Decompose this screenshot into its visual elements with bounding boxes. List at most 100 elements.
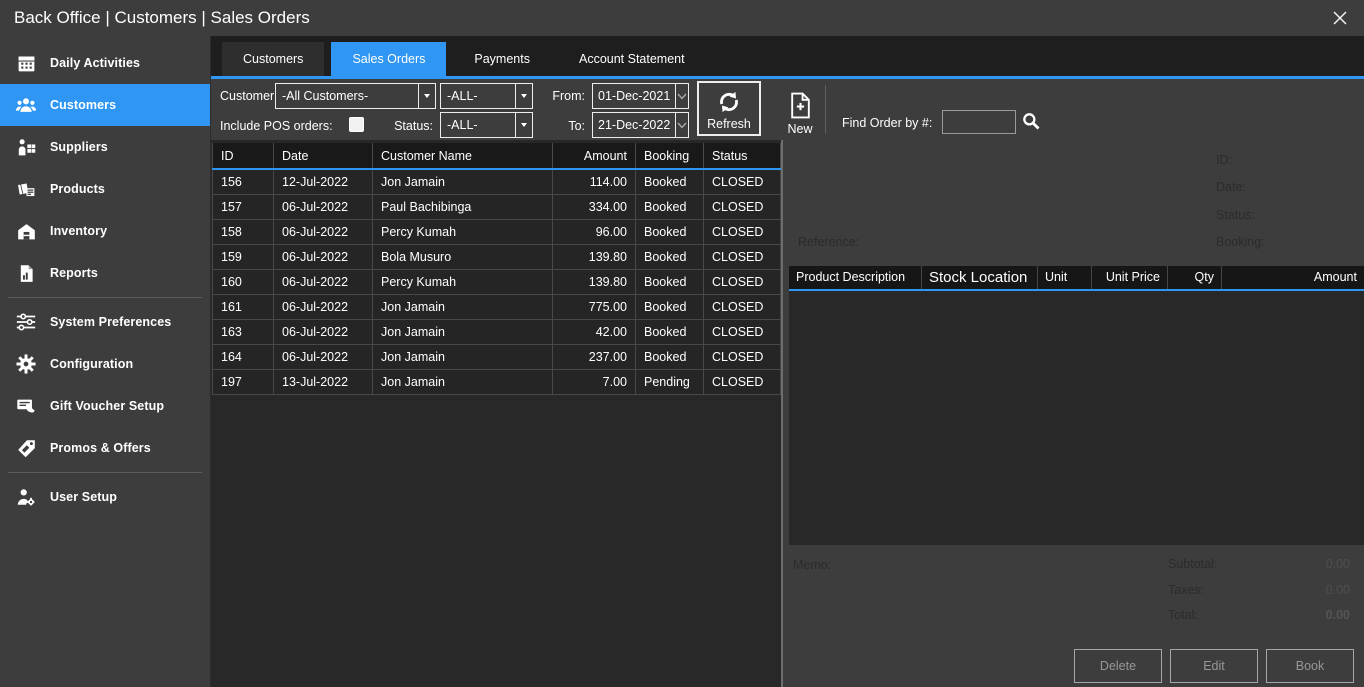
sidebar-item-daily-activities[interactable]: Daily Activities — [0, 42, 210, 84]
sidebar-item-promos-offers[interactable]: Promos & Offers — [0, 427, 210, 469]
detail-reference-label: Reference: — [798, 235, 859, 249]
tab-customers[interactable]: Customers — [222, 42, 324, 76]
cell-id: 156 — [213, 169, 274, 195]
cell-status: CLOSED — [704, 345, 781, 370]
find-order-input[interactable] — [942, 110, 1016, 134]
to-date-value: 21-Dec-2022 — [593, 118, 675, 132]
sidebar-item-label: Gift Voucher Setup — [50, 399, 164, 413]
customer-sub-dropdown[interactable]: -ALL- — [440, 83, 533, 109]
column-header-customer-name[interactable]: Customer Name — [373, 143, 553, 169]
cell-customer-name: Percy Kumah — [373, 220, 553, 245]
sidebar-item-reports[interactable]: Reports — [0, 252, 210, 294]
tab-account-statement[interactable]: Account Statement — [558, 42, 706, 76]
table-row[interactable]: 19713-Jul-2022Jon Jamain7.00PendingCLOSE… — [213, 370, 781, 395]
cell-status: CLOSED — [704, 195, 781, 220]
line-column-unit[interactable]: Unit — [1038, 266, 1092, 289]
delete-button[interactable]: Delete — [1074, 649, 1162, 683]
cell-id: 161 — [213, 295, 274, 320]
cell-booking: Booked — [636, 195, 704, 220]
table-row[interactable]: 15612-Jul-2022Jon Jamain114.00BookedCLOS… — [213, 169, 781, 195]
new-label: New — [787, 122, 812, 136]
cell-status: CLOSED — [704, 245, 781, 270]
include-pos-checkbox[interactable] — [349, 117, 364, 132]
filter-divider — [825, 85, 826, 134]
sidebar-item-configuration[interactable]: Configuration — [0, 343, 210, 385]
cell-status: CLOSED — [704, 270, 781, 295]
cell-date: 12-Jul-2022 — [274, 169, 373, 195]
table-row[interactable]: 16306-Jul-2022Jon Jamain42.00BookedCLOSE… — [213, 320, 781, 345]
book-button[interactable]: Book — [1266, 649, 1354, 683]
line-column-amount[interactable]: Amount — [1222, 266, 1364, 289]
sidebar-item-user-setup[interactable]: User Setup — [0, 476, 210, 518]
sidebar: Daily Activities Customers Suppliers — [0, 36, 211, 687]
to-label: To: — [521, 116, 585, 136]
column-header-booking[interactable]: Booking — [636, 143, 704, 169]
sidebar-item-inventory[interactable]: Inventory — [0, 210, 210, 252]
cell-customer-name: Paul Bachibinga — [373, 195, 553, 220]
cell-amount: 96.00 — [553, 220, 636, 245]
refresh-button[interactable]: Refresh — [697, 81, 761, 136]
order-lines-header: Product Description Stock Location Unit … — [789, 266, 1364, 291]
subtotal-label: Subtotal: — [1168, 557, 1217, 571]
column-header-id[interactable]: ID — [213, 143, 274, 169]
order-detail-header: ID: Date: Status: Booking: Reference: — [783, 140, 1364, 266]
content-area: ID Date Customer Name Amount Booking Sta… — [211, 140, 1364, 687]
to-date-field[interactable]: 21-Dec-2022 — [592, 112, 689, 138]
cell-id: 157 — [213, 195, 274, 220]
from-label: From: — [521, 86, 585, 106]
app-window: Back Office | Customers | Sales Orders D… — [0, 0, 1364, 687]
column-header-status[interactable]: Status — [704, 143, 781, 169]
table-row[interactable]: 15906-Jul-2022Bola Musuro139.80BookedCLO… — [213, 245, 781, 270]
table-row[interactable]: 16006-Jul-2022Percy Kumah139.80BookedCLO… — [213, 270, 781, 295]
sidebar-item-products[interactable]: Products — [0, 168, 210, 210]
cell-id: 159 — [213, 245, 274, 270]
sidebar-item-label: Inventory — [50, 224, 107, 238]
sidebar-divider — [8, 472, 202, 473]
order-lines-area — [789, 291, 1364, 545]
inventory-icon — [15, 220, 37, 242]
new-button[interactable]: New — [776, 82, 824, 139]
cell-booking: Booked — [636, 220, 704, 245]
sidebar-item-customers[interactable]: Customers — [0, 84, 210, 126]
table-row[interactable]: 15806-Jul-2022Percy Kumah96.00BookedCLOS… — [213, 220, 781, 245]
line-column-qty[interactable]: Qty — [1168, 266, 1222, 289]
cell-customer-name: Jon Jamain — [373, 320, 553, 345]
cell-booking: Booked — [636, 169, 704, 195]
cell-booking: Booked — [636, 245, 704, 270]
search-icon[interactable] — [1021, 111, 1041, 131]
sidebar-item-label: Promos & Offers — [50, 441, 151, 455]
sidebar-item-gift-voucher-setup[interactable]: Gift Voucher Setup — [0, 385, 210, 427]
sidebar-item-system-preferences[interactable]: System Preferences — [0, 301, 210, 343]
orders-table: ID Date Customer Name Amount Booking Sta… — [212, 143, 781, 395]
edit-button[interactable]: Edit — [1170, 649, 1258, 683]
line-column-stock-location[interactable]: Stock Location — [922, 266, 1038, 289]
cell-status: CLOSED — [704, 320, 781, 345]
reports-icon — [15, 262, 37, 284]
tab-sales-orders[interactable]: Sales Orders — [331, 42, 446, 76]
cell-status: CLOSED — [704, 370, 781, 395]
cell-amount: 114.00 — [553, 169, 636, 195]
sidebar-item-label: Products — [50, 182, 105, 196]
line-column-unit-price[interactable]: Unit Price — [1092, 266, 1168, 289]
line-column-product-description[interactable]: Product Description — [789, 266, 922, 289]
column-header-date[interactable]: Date — [274, 143, 373, 169]
tab-payments[interactable]: Payments — [453, 42, 551, 76]
calendar-icon — [15, 52, 37, 74]
table-row[interactable]: 16106-Jul-2022Jon Jamain775.00BookedCLOS… — [213, 295, 781, 320]
cell-customer-name: Jon Jamain — [373, 295, 553, 320]
title-bar: Back Office | Customers | Sales Orders — [0, 0, 1364, 36]
close-icon[interactable] — [1330, 8, 1350, 28]
cell-amount: 139.80 — [553, 245, 636, 270]
new-document-icon — [789, 92, 812, 119]
main-area: Customers Sales Orders Payments Account … — [211, 36, 1364, 687]
column-header-amount[interactable]: Amount — [553, 143, 636, 169]
customer-dropdown[interactable]: -All Customers- — [275, 83, 436, 109]
cell-customer-name: Jon Jamain — [373, 169, 553, 195]
detail-date-label: Date: — [1216, 180, 1246, 194]
table-row[interactable]: 16406-Jul-2022Jon Jamain237.00BookedCLOS… — [213, 345, 781, 370]
sidebar-item-suppliers[interactable]: Suppliers — [0, 126, 210, 168]
from-date-field[interactable]: 01-Dec-2021 — [592, 83, 689, 109]
table-row[interactable]: 15706-Jul-2022Paul Bachibinga334.00Booke… — [213, 195, 781, 220]
cell-id: 158 — [213, 220, 274, 245]
status-dropdown[interactable]: -ALL- — [440, 112, 533, 138]
